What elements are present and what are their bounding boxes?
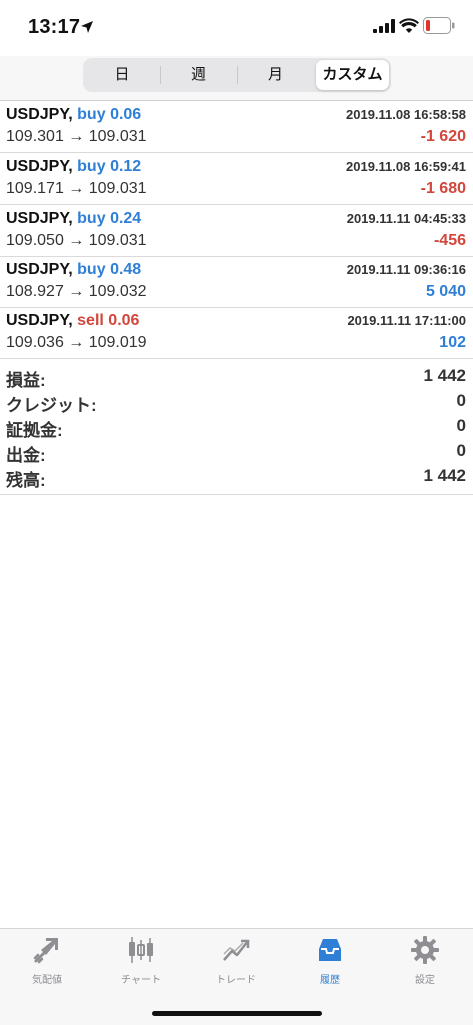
trade-side: sell 0.06 xyxy=(77,312,139,329)
segment-month[interactable]: 月 xyxy=(238,60,313,90)
volume-text: 0.24 xyxy=(110,210,142,227)
tab-label: トレード xyxy=(216,975,256,986)
symbol-text: USDJPY, xyxy=(6,312,73,329)
trade-profit: 5 040 xyxy=(425,283,466,300)
summary-row-credit: クレジット: 0 xyxy=(0,389,473,415)
trade-datetime: 2019.11.11 09:36:16 xyxy=(346,262,466,277)
tab-label: チャート xyxy=(121,975,161,986)
summary-label: 証拠金: xyxy=(6,421,63,440)
symbol-text: USDJPY, xyxy=(6,261,73,278)
status-time: 13:17 xyxy=(28,16,81,38)
volume-text: 0.06 xyxy=(110,106,142,123)
summary-row-withdrawal: 出金: 0 xyxy=(0,439,473,465)
volume-text: 0.06 xyxy=(108,312,140,329)
trade-icon xyxy=(223,939,250,961)
trade-prices: 109.301 → 109.031 xyxy=(6,128,147,145)
tab-history[interactable]: 履歴 xyxy=(283,935,377,995)
trade-prices: 108.927 → 109.032 xyxy=(6,283,147,300)
tab-trade[interactable]: トレード xyxy=(189,935,283,995)
summary-label: 残高: xyxy=(6,471,46,490)
side-text: buy xyxy=(77,158,106,175)
trade-symbol: USDJPY, buy 0.06 xyxy=(6,106,141,124)
trade-side: buy 0.06 xyxy=(77,106,141,123)
trade-row[interactable]: USDJPY, sell 0.06 2019.11.11 17:11:00 10… xyxy=(0,307,473,359)
side-text: sell xyxy=(77,312,104,329)
trade-prices: 109.171 → 109.031 xyxy=(6,180,147,197)
segment-custom[interactable]: カスタム xyxy=(316,60,389,90)
volume-text: 0.12 xyxy=(110,158,142,175)
trade-symbol: USDJPY, buy 0.48 xyxy=(6,261,141,279)
segment-day[interactable]: 日 xyxy=(85,60,159,90)
cellular-signal-icon xyxy=(373,19,395,33)
trade-profit: -456 xyxy=(433,232,466,249)
battery-icon xyxy=(423,17,455,34)
tab-label: 設定 xyxy=(415,975,435,986)
trade-datetime: 2019.11.11 04:45:33 xyxy=(346,211,466,226)
period-segmented-control: 日 週 月 カスタム xyxy=(83,58,391,92)
segment-week[interactable]: 週 xyxy=(161,60,236,90)
trade-side: buy 0.48 xyxy=(77,261,141,278)
trade-datetime: 2019.11.08 16:58:58 xyxy=(346,107,466,122)
trade-symbol: USDJPY, buy 0.12 xyxy=(6,158,141,176)
trade-profit: -1 620 xyxy=(420,128,466,145)
summary-label: クレジット: xyxy=(6,396,97,415)
trade-row[interactable]: USDJPY, buy 0.06 2019.11.08 16:58:58 109… xyxy=(0,101,473,153)
trade-profit: 102 xyxy=(439,334,466,351)
trade-prices: 109.036 → 109.019 xyxy=(6,334,147,351)
symbol-text: USDJPY, xyxy=(6,210,73,227)
trade-row[interactable]: USDJPY, buy 0.48 2019.11.11 09:36:16 108… xyxy=(0,256,473,308)
trade-prices: 109.050 → 109.031 xyxy=(6,232,147,249)
summary-value: 1 442 xyxy=(423,366,466,385)
location-arrow-icon xyxy=(81,21,93,33)
trade-datetime: 2019.11.08 16:59:41 xyxy=(346,159,466,174)
summary-row-balance: 残高: 1 442 xyxy=(0,464,473,490)
summary-value: 0 xyxy=(456,441,466,460)
tab-settings[interactable]: 設定 xyxy=(378,935,472,995)
side-text: buy xyxy=(77,261,106,278)
status-bar: 13:17 xyxy=(0,0,473,56)
trade-symbol: USDJPY, buy 0.24 xyxy=(6,210,141,228)
tab-label: 履歴 xyxy=(320,975,340,986)
summary-label: 損益: xyxy=(6,371,46,390)
summary-row-profit: 損益: 1 442 xyxy=(0,364,473,390)
trade-datetime: 2019.11.11 17:11:00 xyxy=(347,313,466,328)
symbol-text: USDJPY, xyxy=(6,106,73,123)
trade-row[interactable]: USDJPY, buy 0.24 2019.11.11 04:45:33 109… xyxy=(0,205,473,257)
settings-icon xyxy=(411,936,439,964)
summary-label: 出金: xyxy=(6,446,46,465)
wifi-icon xyxy=(399,18,419,33)
summary-value: 0 xyxy=(456,391,466,410)
side-text: buy xyxy=(77,210,106,227)
tab-quotes[interactable]: 気配値 xyxy=(0,935,94,995)
summary-value: 0 xyxy=(456,416,466,435)
summary-value: 1 442 xyxy=(423,466,466,485)
trade-row[interactable]: USDJPY, buy 0.12 2019.11.08 16:59:41 109… xyxy=(0,153,473,205)
account-summary: 損益: 1 442 クレジット: 0 証拠金: 0 出金: 0 残高: 1 44… xyxy=(0,359,473,495)
trade-side: buy 0.24 xyxy=(77,210,141,227)
side-text: buy xyxy=(77,106,106,123)
symbol-text: USDJPY, xyxy=(6,158,73,175)
history-icon xyxy=(319,939,341,961)
trade-profit: -1 680 xyxy=(420,180,466,197)
tab-label: 気配値 xyxy=(32,975,62,986)
home-indicator[interactable] xyxy=(152,1011,322,1016)
trade-symbol: USDJPY, sell 0.06 xyxy=(6,312,139,330)
volume-text: 0.48 xyxy=(110,261,142,278)
chart-icon xyxy=(129,937,153,963)
quotes-icon xyxy=(33,938,58,964)
tab-chart[interactable]: チャート xyxy=(94,935,188,995)
trade-side: buy 0.12 xyxy=(77,158,141,175)
summary-row-margin: 証拠金: 0 xyxy=(0,414,473,440)
